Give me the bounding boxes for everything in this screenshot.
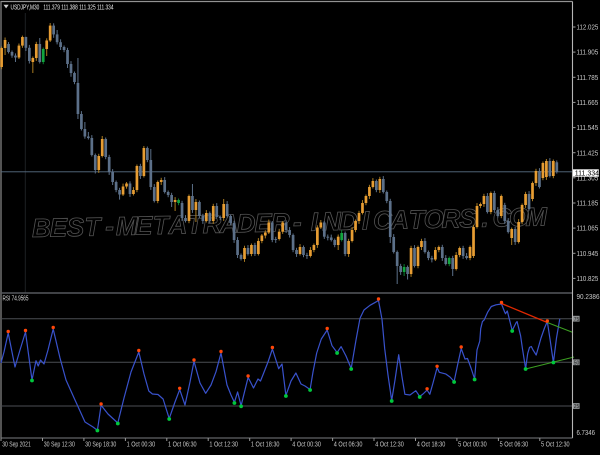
svg-text:-: - [293,207,302,237]
svg-text:E: E [49,212,68,242]
svg-text:110.825: 110.825 [577,274,599,283]
svg-text:USDJPY,M30 111.379 111.388 1: USDJPY,M30 111.379 111.388 111.325 111.3… [11,3,114,12]
svg-text:S: S [66,212,85,242]
svg-text:6.7346: 6.7346 [577,428,596,437]
svg-text:111.905: 111.905 [577,48,599,57]
svg-text:4 Oct 18:30: 4 Oct 18:30 [417,440,446,449]
svg-text:111.545: 111.545 [577,123,599,132]
svg-text:4 Oct 06:30: 4 Oct 06:30 [334,440,363,449]
svg-text:30 Sep 2021: 30 Sep 2021 [2,440,31,449]
svg-text:5 Oct 06:30: 5 Oct 06:30 [500,440,529,449]
svg-text:111.785: 111.785 [577,73,599,82]
svg-text:D: D [236,208,256,238]
svg-text:111.425: 111.425 [577,148,599,157]
svg-text:112.025: 112.025 [577,23,599,32]
svg-text:1 Oct 12:30: 1 Oct 12:30 [209,440,238,449]
svg-text:111.334: 111.334 [575,170,599,177]
svg-text:T: T [84,211,103,241]
svg-text:RSI 74.9565: RSI 74.9565 [3,294,29,303]
svg-text:1 Oct 06:30: 1 Oct 06:30 [168,440,197,449]
svg-text:90.2386: 90.2386 [577,292,600,301]
svg-text:4 Oct 00:30: 4 Oct 00:30 [292,440,321,449]
svg-text:111.665: 111.665 [577,98,599,107]
svg-text:-: - [105,211,114,241]
svg-text:1 Oct 18:30: 1 Oct 18:30 [251,440,280,449]
svg-text:B: B [32,213,51,243]
svg-text:75: 75 [574,317,580,323]
svg-text:50: 50 [574,360,580,366]
svg-text:30 Sep 18:30: 30 Sep 18:30 [85,440,116,449]
svg-text:5 Oct 00:30: 5 Oct 00:30 [458,440,487,449]
svg-text:5 Oct 12:30: 5 Oct 12:30 [541,440,570,449]
svg-text:A: A [389,204,409,234]
svg-text:1 Oct 00:30: 1 Oct 00:30 [127,440,156,449]
svg-text:R: R [441,203,461,233]
svg-text:A: A [167,210,187,240]
svg-text:4 Oct 12:30: 4 Oct 12:30 [375,440,404,449]
svg-text:111.185: 111.185 [577,199,599,208]
svg-text:30 Sep 12:30: 30 Sep 12:30 [44,440,75,449]
svg-text:111.065: 111.065 [577,224,599,233]
svg-text:110.945: 110.945 [577,249,599,258]
svg-text:E: E [135,210,154,240]
svg-text:25: 25 [574,404,580,410]
